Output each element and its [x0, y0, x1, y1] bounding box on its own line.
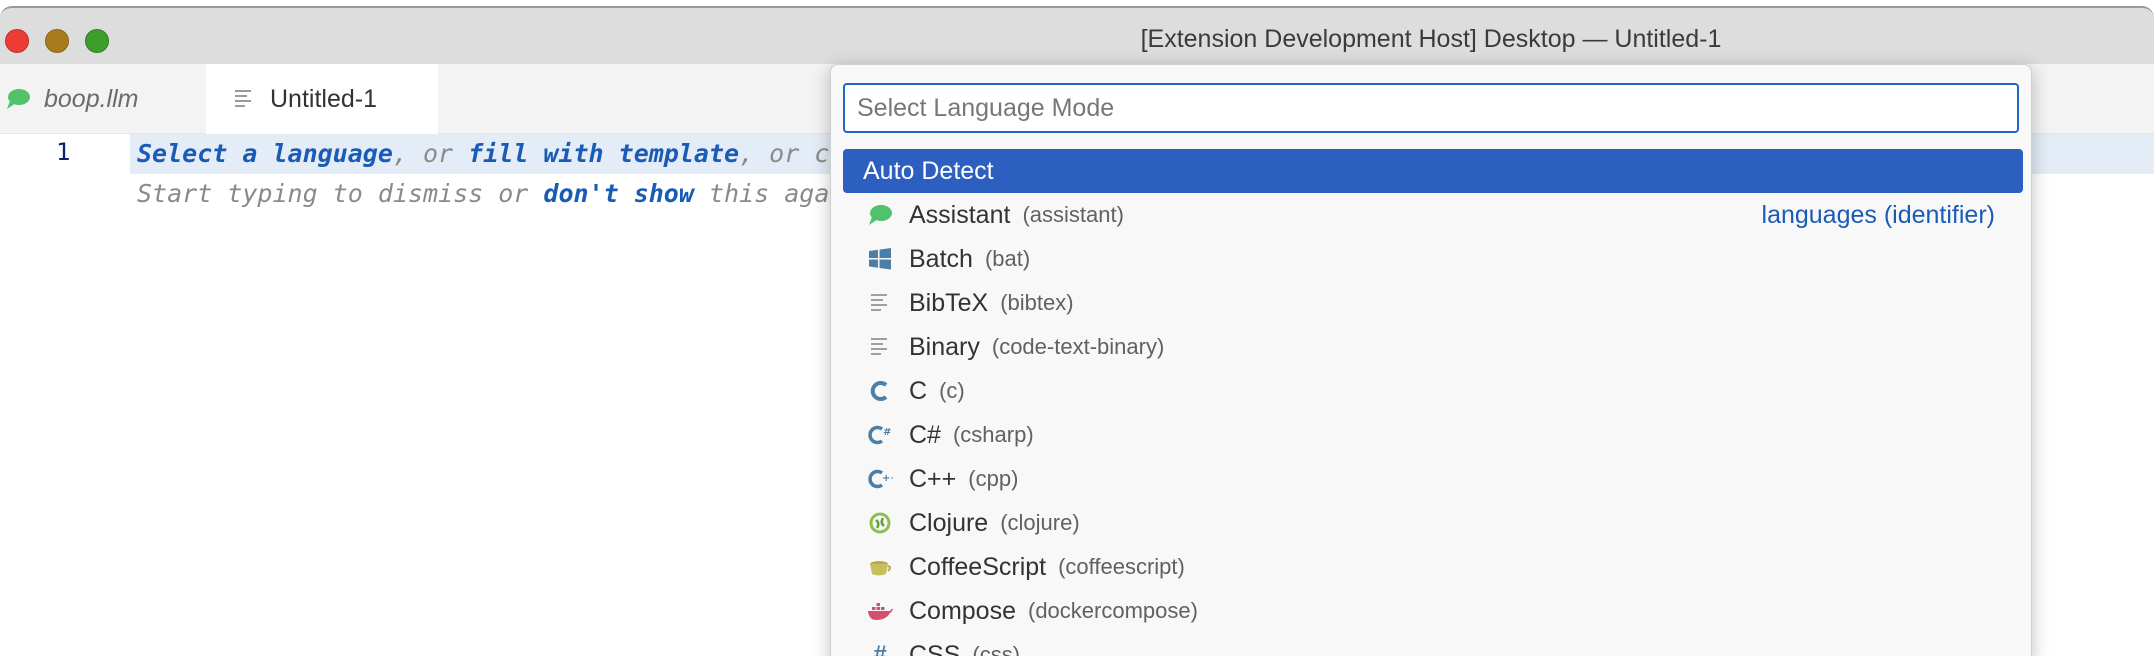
window-title: [Extension Development Host] Desktop — U… — [1140, 25, 1722, 53]
item-label: Batch — [909, 244, 973, 273]
configure-language-identifier-link[interactable]: languages (identifier) — [1762, 201, 1995, 230]
hint-text: , or c — [739, 139, 830, 168]
coffee-icon — [865, 552, 895, 582]
tab-label: boop.llm — [44, 84, 139, 113]
cpp-icon: ++ — [865, 464, 895, 494]
item-id: (code-text-binary) — [991, 334, 1165, 359]
list-item[interactable]: Compose (dockercompose) — [843, 589, 2023, 633]
svg-text:++: ++ — [882, 473, 893, 484]
line-number: 1 — [56, 138, 71, 166]
item-label: Assistant — [909, 200, 1011, 229]
list-item[interactable]: Assistant (assistant) languages (identif… — [843, 193, 2023, 237]
svg-text:#: # — [883, 427, 891, 438]
item-id: (c) — [939, 378, 965, 403]
clojure-icon — [865, 508, 895, 538]
item-id: (coffeescript) — [1058, 554, 1185, 579]
list-item[interactable]: # C# (csharp) — [843, 413, 2023, 457]
file-lines-icon — [865, 288, 895, 318]
list-item[interactable]: C (c) — [843, 369, 2023, 413]
list-item[interactable]: CoffeeScript (coffeescript) — [843, 545, 2023, 589]
item-id: (css) — [972, 642, 1021, 656]
item-id: (assistant) — [1022, 202, 1124, 227]
item-label: BibTeX — [909, 288, 989, 317]
list-item[interactable]: Clojure (clojure) — [843, 501, 2023, 545]
tab-boop-llm[interactable]: boop.llm — [0, 64, 206, 134]
hash-icon: # — [873, 641, 887, 656]
hint-text: , or — [392, 139, 469, 168]
title-bar: [Extension Development Host] Desktop — U… — [0, 6, 2154, 64]
item-label: Compose — [909, 596, 1016, 625]
list-item[interactable]: ++ C++ (cpp) — [843, 457, 2023, 501]
item-label: C — [909, 376, 928, 405]
docker-icon — [865, 596, 895, 626]
file-lines-icon — [865, 332, 895, 362]
item-id: (bat) — [984, 246, 1031, 271]
list-item-auto-detect[interactable]: Auto Detect — [843, 149, 2023, 193]
editor-hint-line-2: Start typing to dismiss or don't show th… — [137, 179, 829, 208]
item-id: (dockercompose) — [1028, 598, 1198, 623]
item-id: (csharp) — [952, 422, 1034, 447]
tab-label: Untitled-1 — [270, 84, 377, 113]
csharp-icon: # — [865, 420, 895, 450]
item-label: Clojure — [909, 508, 989, 537]
item-label: CoffeeScript — [909, 552, 1047, 581]
editor-hint-line-1: Select a language, or fill with template… — [137, 139, 829, 168]
item-id: (bibtex) — [1000, 290, 1074, 315]
dont-show-link[interactable]: don't show — [543, 179, 694, 208]
list-item[interactable]: BibTeX (bibtex) — [843, 281, 2023, 325]
list-item[interactable]: Batch (bat) — [843, 237, 2023, 281]
language-mode-search-input[interactable] — [843, 83, 2019, 133]
list-item[interactable]: # CSS (css) — [843, 633, 2023, 656]
item-id: (clojure) — [1000, 510, 1080, 535]
hint-text: Start typing to dismiss or — [137, 179, 544, 208]
item-label: C++ — [909, 464, 957, 493]
language-mode-quick-pick: Auto Detect Assistant (assistant) langua… — [830, 64, 2032, 656]
hint-text: this aga — [693, 179, 830, 208]
item-id: (cpp) — [968, 466, 1019, 491]
chat-bubble-icon — [865, 200, 895, 230]
file-lines-icon — [230, 85, 258, 113]
language-list: Auto Detect Assistant (assistant) langua… — [843, 149, 2023, 656]
item-label: Binary — [909, 332, 980, 361]
c-icon — [865, 376, 895, 406]
fill-template-link[interactable]: fill with template — [468, 139, 739, 168]
item-label: Auto Detect — [863, 156, 994, 185]
item-label: C# — [909, 420, 941, 449]
chat-bubble-icon — [4, 85, 32, 113]
windows-icon — [865, 244, 895, 274]
list-item[interactable]: Binary (code-text-binary) — [843, 325, 2023, 369]
item-label: CSS — [909, 640, 961, 656]
select-language-link[interactable]: Select a language — [137, 139, 393, 168]
tab-untitled-1[interactable]: Untitled-1 — [206, 64, 438, 134]
